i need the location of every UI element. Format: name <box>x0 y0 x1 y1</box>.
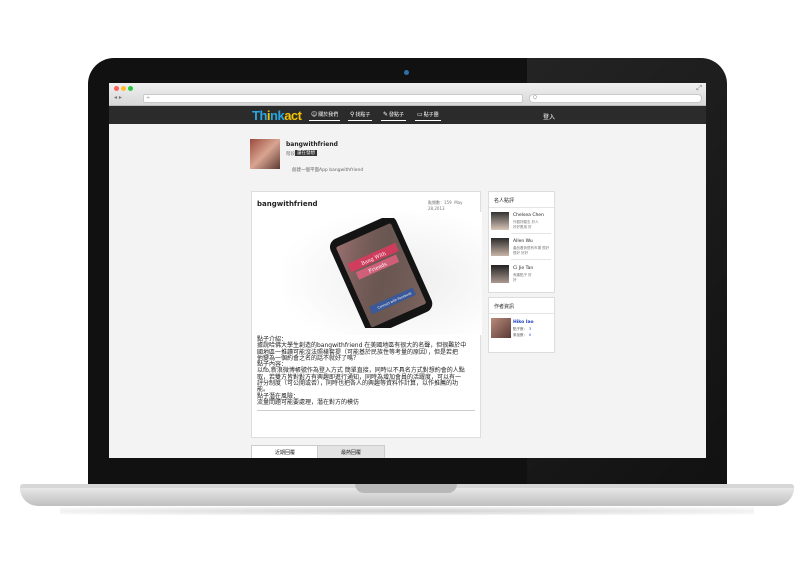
site-navbar: Thinkact ☺關於我們 ⚲找點子 ✎發點子 ▭點子團 登入 <box>109 106 706 124</box>
divider <box>257 410 475 411</box>
laptop-lid: ◂ ▸ + Q ⤢ Thinkact ☺關於我們 ⚲找點子 ✎發點子 ▭點子團 … <box>88 58 727 494</box>
person-icon: ☺ <box>311 111 318 118</box>
idea-thumbnail <box>250 139 280 169</box>
address-bar[interactable]: + <box>143 94 523 103</box>
divider <box>489 313 554 314</box>
reviewer-name[interactable]: Chelsea Chen <box>513 213 544 218</box>
zoom-window-dot[interactable] <box>128 86 133 91</box>
idea-creator-text: 創建一個平面App bangwithfriend <box>292 168 364 173</box>
camera-icon <box>404 70 409 75</box>
panel-title: 作者資訊 <box>494 304 515 310</box>
author-name[interactable]: Hiko Iao <box>513 320 534 325</box>
minimize-window-dot[interactable] <box>121 86 126 91</box>
fullscreen-icon[interactable]: ⤢ <box>696 84 702 93</box>
screen: ◂ ▸ + Q ⤢ Thinkact ☺關於我們 ⚲找點子 ✎發點子 ▭點子團 … <box>109 83 706 458</box>
panel-title: 名人點評 <box>494 198 515 204</box>
stage-label: 階段 <box>286 152 295 157</box>
idea-title: bangwithfriend <box>286 141 338 148</box>
browser-chrome: ◂ ▸ + Q ⤢ <box>109 83 706 106</box>
app-screenshot-image: Bang With Friends Connect with Facebook <box>282 212 482 335</box>
divider <box>489 207 554 208</box>
divider <box>511 233 551 234</box>
reviewer-name[interactable]: Allen Wu <box>513 239 533 244</box>
nav-post-idea[interactable]: ✎發點子 <box>381 110 407 121</box>
browser-search-field[interactable]: Q <box>529 94 702 103</box>
login-link[interactable]: 登入 <box>543 112 555 121</box>
card-title: bangwithfriend <box>257 200 318 208</box>
smartphone-image: Bang With Friends Connect with Facebook <box>329 218 433 328</box>
nav-idea-groups[interactable]: ▭點子團 <box>415 110 441 121</box>
avatar[interactable] <box>491 238 509 256</box>
close-window-dot[interactable] <box>114 86 119 91</box>
back-forward-buttons[interactable]: ◂ ▸ <box>114 94 122 101</box>
celebrity-reviews-panel: 名人點評 Chelsea Chen 外觀好勵志 好人 好好應用 好 Allen … <box>488 191 555 293</box>
idea-description: 點子介紹： 據說哈佛大學生創造的bangwithfriend 在美國地區有很大的… <box>257 336 467 406</box>
tab-recent-replies[interactable]: 近期回覆 <box>251 445 319 458</box>
avatar[interactable] <box>491 318 511 338</box>
chat-icon: ▭ <box>417 111 423 118</box>
avatar[interactable] <box>491 265 509 283</box>
author-stat: 點子數： 3 <box>513 327 532 331</box>
card-meta: 點閱數：159 May 28,2013 <box>428 200 463 211</box>
nav-about[interactable]: ☺關於我們 <box>309 110 341 121</box>
idea-detail-card: bangwithfriend 點閱數：159 May 28,2013 Bang … <box>251 191 482 438</box>
avatar[interactable] <box>491 212 509 230</box>
nav-find-ideas[interactable]: ⚲找點子 <box>348 110 373 121</box>
reviewer-name[interactable]: Ci Jie Tan <box>513 266 533 271</box>
laptop-shadow <box>60 507 754 515</box>
search-icon: ⚲ <box>350 111 355 118</box>
laptop-notch <box>355 484 457 493</box>
tab-hot-replies[interactable]: 最熱回覆 <box>317 445 385 458</box>
pencil-icon: ✎ <box>383 111 389 118</box>
author-info-panel: 作者資訊 Hiko Iao 點子數： 3 參加數： 0 <box>488 297 555 353</box>
author-stat: 參加數： 0 <box>513 333 532 337</box>
divider <box>511 259 551 260</box>
thinkact-logo[interactable]: Thinkact <box>252 108 302 123</box>
status-badge: 還在發想 <box>295 150 317 156</box>
